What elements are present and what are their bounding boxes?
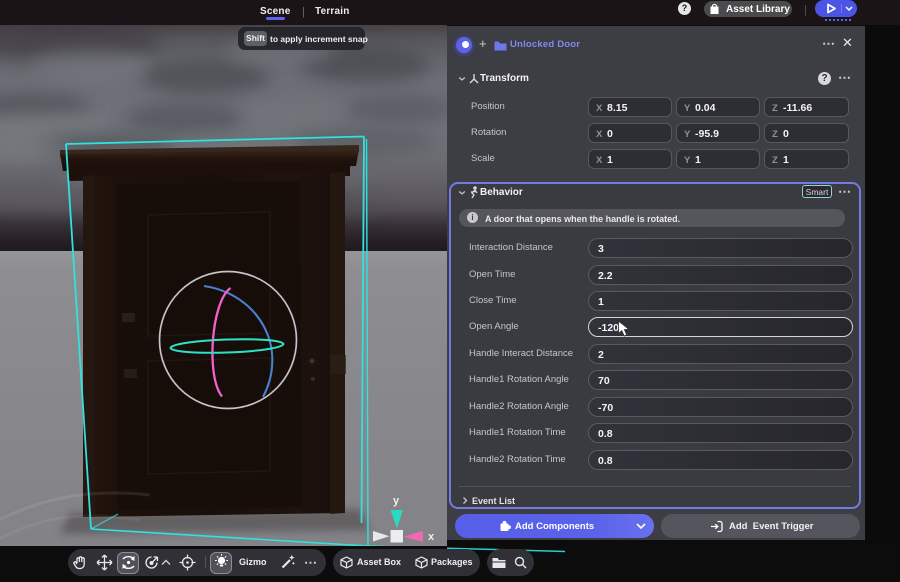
svg-text:y: y (393, 495, 400, 507)
svg-text:x: x (428, 531, 435, 543)
